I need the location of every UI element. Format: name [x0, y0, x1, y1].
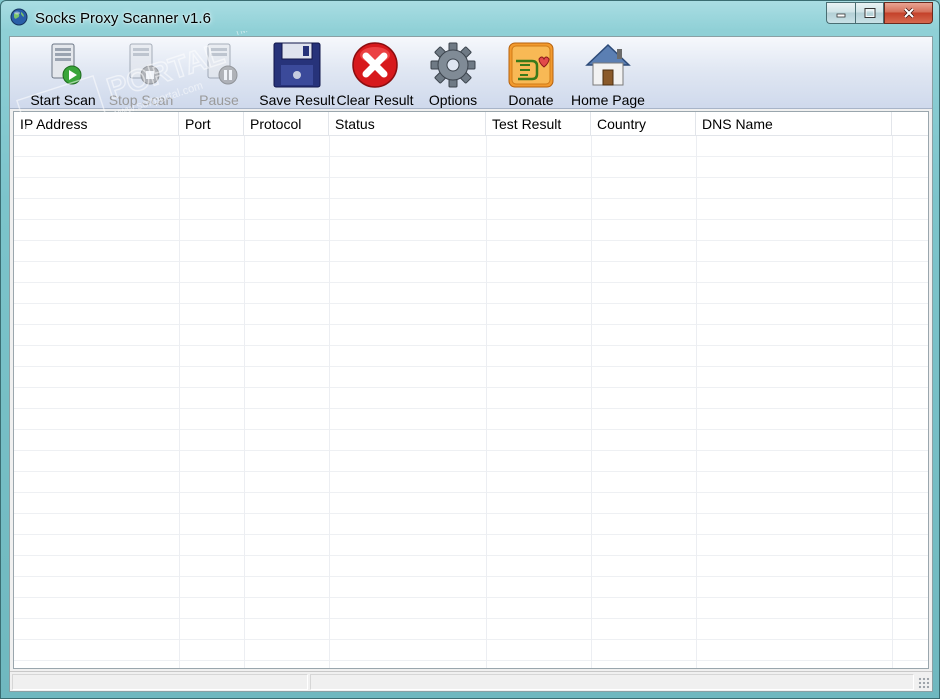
status-pane-left	[12, 674, 308, 690]
table-row	[14, 451, 928, 472]
table-row	[14, 157, 928, 178]
table-row	[14, 283, 928, 304]
table-row	[14, 472, 928, 493]
window-title: Socks Proxy Scanner v1.6	[35, 10, 211, 27]
column-header-protocol[interactable]: Protocol	[244, 112, 329, 136]
table-row	[14, 514, 928, 535]
table-row	[14, 346, 928, 367]
table-row	[14, 367, 928, 388]
client-area: Start Scan Stop Scan Pause Save Result C…	[9, 36, 933, 692]
table-row	[14, 577, 928, 598]
results-table[interactable]: IP Address Port Protocol Status Test Res…	[13, 111, 929, 669]
table-row	[14, 619, 928, 640]
table-header: IP Address Port Protocol Status Test Res…	[14, 112, 928, 136]
donate-hand-icon	[508, 42, 554, 88]
red-x-icon	[352, 42, 398, 88]
table-row	[14, 430, 928, 451]
column-header-test-result[interactable]: Test Result	[486, 112, 591, 136]
column-divider	[329, 136, 330, 668]
column-divider	[892, 136, 893, 668]
close-button[interactable]	[884, 2, 933, 24]
status-bar	[10, 671, 932, 691]
table-row	[14, 262, 928, 283]
floppy-disk-icon	[273, 42, 321, 88]
minimize-button[interactable]	[826, 2, 855, 24]
table-body	[14, 136, 928, 668]
pause-icon	[207, 43, 238, 85]
caption-buttons	[826, 2, 933, 24]
table-row	[14, 199, 928, 220]
title-bar[interactable]: Socks Proxy Scanner v1.6	[1, 1, 939, 35]
table-row	[14, 325, 928, 346]
table-row	[14, 178, 928, 199]
column-divider	[244, 136, 245, 668]
table-row	[14, 304, 928, 325]
column-header-status[interactable]: Status	[329, 112, 486, 136]
gear-icon	[430, 42, 476, 88]
status-pane-right	[310, 674, 914, 690]
column-divider	[696, 136, 697, 668]
table-row	[14, 220, 928, 241]
home-page-button[interactable]: Home Page	[568, 41, 648, 108]
home-page-label: Home Page	[571, 92, 645, 108]
close-icon	[903, 7, 914, 19]
column-header-ip-address[interactable]: IP Address	[14, 112, 179, 136]
table-row	[14, 535, 928, 556]
table-row	[14, 409, 928, 430]
table-row	[14, 556, 928, 577]
globe-icon	[10, 8, 28, 26]
column-header-dns-name[interactable]: DNS Name	[696, 112, 892, 136]
table-row	[14, 136, 928, 157]
maximize-button[interactable]	[855, 2, 884, 24]
table-row	[14, 388, 928, 409]
table-row	[14, 241, 928, 262]
table-row	[14, 640, 928, 661]
stop-scan-icon	[129, 43, 160, 85]
column-divider	[591, 136, 592, 668]
table-row	[14, 598, 928, 619]
table-row	[14, 493, 928, 514]
column-header-country[interactable]: Country	[591, 112, 696, 136]
house-icon	[585, 43, 631, 86]
minimize-icon	[836, 13, 846, 18]
toolbar: Start Scan Stop Scan Pause Save Result C…	[10, 37, 932, 109]
column-divider	[179, 136, 180, 668]
column-header-spacer	[892, 112, 928, 136]
column-divider	[486, 136, 487, 668]
app-window: Socks Proxy Scanner v1.6 Start Scan Stop…	[0, 0, 940, 699]
column-header-port[interactable]: Port	[179, 112, 244, 136]
resize-grip[interactable]	[918, 677, 930, 689]
maximize-icon	[864, 8, 875, 18]
start-scan-icon	[51, 43, 82, 85]
